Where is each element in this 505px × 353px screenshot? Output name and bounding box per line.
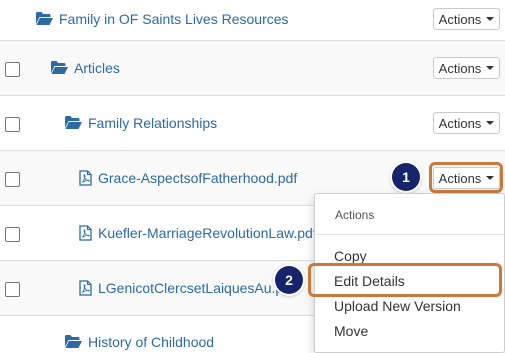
folder-name: Articles [74, 60, 120, 76]
pdf-file-icon [79, 225, 92, 241]
actions-label: Actions [438, 115, 482, 131]
caret-down-icon [486, 121, 495, 125]
row-checkbox[interactable] [5, 172, 20, 187]
actions-label: Actions [438, 60, 482, 76]
row-checkbox[interactable] [5, 117, 20, 132]
actions-button[interactable]: Actions [433, 8, 500, 30]
pdf-file-icon [79, 170, 92, 186]
actions-button[interactable]: Actions [433, 57, 500, 79]
folder-link[interactable]: Family in OF Saints Lives Resources [36, 11, 289, 27]
actions-button[interactable]: Actions [433, 112, 500, 134]
folder-link[interactable]: Family Relationships [65, 115, 217, 131]
folder-open-icon [65, 116, 82, 129]
menu-divider [315, 234, 504, 235]
folder-name: Family Relationships [88, 115, 218, 131]
folder-name: Family in OF Saints Lives Resources [59, 11, 289, 27]
menu-header: Actions [335, 208, 375, 222]
row-checkbox[interactable] [5, 282, 20, 297]
table-row: Family in OF Saints Lives Resources Acti… [0, 0, 505, 40]
folder-open-icon [36, 12, 53, 25]
folder-open-icon [65, 335, 82, 348]
menu-item-move[interactable]: Move [334, 323, 368, 339]
actions-highlight [429, 162, 503, 193]
step-1-callout: 1 [392, 163, 420, 191]
file-link[interactable]: Kuefler-MarriageRevolutionLaw.pdf [79, 225, 317, 241]
caret-down-icon [486, 66, 495, 70]
file-name: Kuefler-MarriageRevolutionLaw.pdf [98, 225, 317, 241]
actions-label: Actions [438, 11, 482, 27]
table-row: Family Relationships Actions [0, 95, 505, 151]
file-link[interactable]: LGenicotClercsetLaiquesAu.pdf [79, 280, 295, 296]
table-row: Articles Actions [0, 40, 505, 96]
edit-details-highlight [308, 263, 502, 297]
file-name: LGenicotClercsetLaiquesAu.pdf [98, 280, 295, 296]
row-checkbox[interactable] [5, 227, 20, 242]
folder-open-icon [51, 61, 68, 74]
step-1-number: 1 [402, 169, 410, 185]
row-checkbox[interactable] [5, 62, 20, 77]
step-2-number: 2 [285, 272, 293, 288]
menu-item-copy[interactable]: Copy [334, 248, 367, 264]
step-2-callout: 2 [275, 266, 303, 294]
caret-down-icon [486, 17, 495, 21]
folder-name: History of Childhood [88, 334, 215, 350]
file-link[interactable]: Grace-AspectsofFatherhood.pdf [79, 170, 297, 186]
folder-link[interactable]: History of Childhood [65, 334, 214, 350]
folder-link[interactable]: Articles [51, 60, 120, 76]
menu-item-upload-new-version[interactable]: Upload New Version [334, 298, 461, 314]
pdf-file-icon [79, 280, 92, 296]
file-name: Grace-AspectsofFatherhood.pdf [98, 170, 298, 186]
